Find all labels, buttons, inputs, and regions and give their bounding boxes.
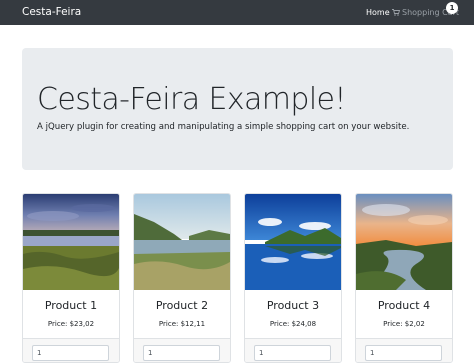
product-title: Product 1: [44, 299, 98, 312]
product-title: Product 4: [377, 299, 431, 312]
product-title: Product 3: [266, 299, 320, 312]
quantity-input[interactable]: [143, 345, 220, 361]
shopping-cart-icon: [392, 9, 400, 16]
nav-link-home[interactable]: Home: [366, 8, 390, 17]
product-card-footer: [23, 338, 119, 362]
product-price: Price: $2,02: [383, 320, 425, 328]
product-price: Price: $24,08: [269, 320, 317, 328]
quantity-input[interactable]: [254, 345, 331, 361]
navbar-brand[interactable]: Cesta-Feira: [22, 6, 81, 18]
page-lead: A jQuery plugin for creating and manipul…: [37, 122, 410, 132]
product-card: Product 3 Price: $24,08: [244, 193, 342, 363]
product-image[interactable]: [134, 194, 230, 290]
product-image[interactable]: [356, 194, 452, 290]
product-price: Price: $23,02: [47, 320, 95, 328]
product-title: Product 2: [155, 299, 209, 312]
quantity-input[interactable]: [32, 345, 109, 361]
page-title: Cesta-Feira Example!: [37, 82, 346, 117]
product-card-footer: [356, 338, 452, 362]
product-image[interactable]: [23, 194, 119, 290]
product-card: Product 4 Price: $2,02: [355, 193, 453, 363]
quantity-input[interactable]: [365, 345, 442, 361]
jumbotron: Cesta-Feira Example! A jQuery plugin for…: [22, 48, 453, 170]
product-card: Product 2 Price: $12,11: [133, 193, 231, 363]
product-card-footer: [245, 338, 341, 362]
product-image[interactable]: [245, 194, 341, 290]
top-navbar: Cesta-Feira Home Shopping Cart 1: [0, 0, 474, 25]
product-card-footer: [134, 338, 230, 362]
cart-count-badge: 1: [446, 2, 458, 14]
product-price: Price: $12,11: [158, 320, 206, 328]
product-card: Product 1 Price: $23,02: [22, 193, 120, 363]
